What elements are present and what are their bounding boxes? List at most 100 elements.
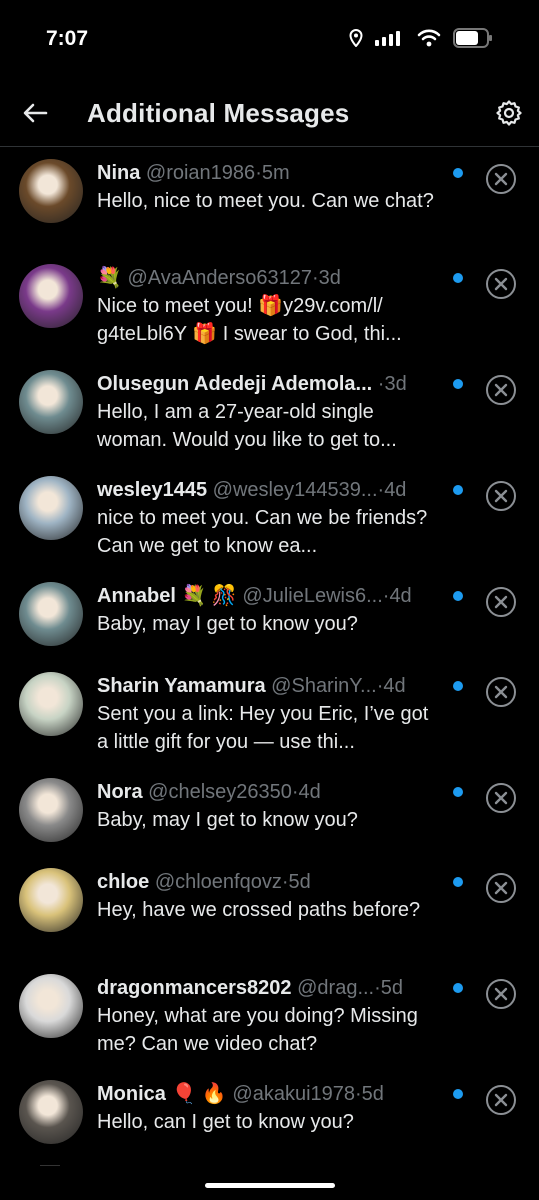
conversation-row[interactable]: wesley1445 @wesley144539...·4d nice to me… <box>0 464 539 570</box>
dismiss-button[interactable] <box>486 783 516 813</box>
timestamp: 5m <box>261 162 290 184</box>
dismiss-button[interactable] <box>486 269 516 299</box>
conversation-row[interactable]: 💐 @AvaAnderso63127·3d Nice to meet you! 🎁… <box>0 252 539 358</box>
close-icon <box>494 791 508 805</box>
conversation-header: 💐 @AvaAnderso63127·3d <box>97 265 444 291</box>
sender-handle: @akakui1978 <box>232 1083 355 1105</box>
gear-icon[interactable] <box>495 99 523 127</box>
sender-name: 💐 <box>97 267 122 289</box>
avatar[interactable] <box>19 1080 83 1144</box>
sender-name: Olusegun Adedeji Ademola... <box>97 373 373 395</box>
timestamp: 3d <box>318 267 341 289</box>
dismiss-button[interactable] <box>486 375 516 405</box>
message-text: Sent you a link: Hey you Eric, I’ve got … <box>97 703 429 753</box>
message-preview: Hey, have we crossed paths before? <box>97 896 444 924</box>
avatar[interactable] <box>19 582 83 646</box>
sender-name: Monica 🎈 🔥 <box>97 1083 227 1105</box>
conversation-header: Sharin Yamamura @SharinY...·4d <box>97 673 444 699</box>
top-app-bar: Additional Messages <box>0 80 539 147</box>
dismiss-button[interactable] <box>486 481 516 511</box>
conversation-row[interactable]: Annabel 💐 🎊 @JulieLewis6...·4d Baby, may … <box>0 570 539 660</box>
message-preview: Sent you a link: Hey you Eric, I’ve got … <box>97 700 444 756</box>
avatar[interactable] <box>19 264 83 328</box>
message-preview: Hello, I am a 27-year-old single woman. … <box>97 398 444 454</box>
conversation-row[interactable]: Olusegun Adedeji Ademola... ·3d Hello, I … <box>0 358 539 464</box>
conversation-row[interactable]: Nina @roian1986·5m Hello, nice to meet yo… <box>0 147 539 252</box>
timestamp: 4d <box>298 781 321 803</box>
close-icon <box>494 172 508 186</box>
wifi-icon <box>417 29 441 47</box>
dismiss-button[interactable] <box>486 979 516 1009</box>
sender-name: chloe <box>97 871 150 893</box>
dismiss-button[interactable] <box>486 677 516 707</box>
sender-handle: @chelsey26350 <box>148 781 292 803</box>
message-text: Hello, I am a 27-year-old single woman. … <box>97 401 397 451</box>
sender-handle: @wesley144539... <box>212 479 378 501</box>
avatar[interactable] <box>19 974 83 1038</box>
unread-dot <box>453 1089 463 1099</box>
avatar[interactable] <box>19 370 83 434</box>
avatar[interactable] <box>19 159 83 223</box>
close-icon <box>494 383 508 397</box>
message-preview: Hello, can I get to know you? <box>97 1108 444 1136</box>
message-text: Nice to meet you! 🎁y29v.com/l/ g4teLbl6Y… <box>97 295 402 345</box>
conversation-row[interactable]: dragonmancers8202 @drag...·5d Honey, what… <box>0 962 539 1068</box>
sender-name: Sharin Yamamura <box>97 675 266 697</box>
sender-name: Nora <box>97 781 143 803</box>
sender-handle: @chloenfqovz <box>154 871 282 893</box>
avatar[interactable] <box>19 672 83 736</box>
message-text: nice to meet you. Can we be friends? Can… <box>97 507 428 557</box>
unread-dot <box>453 681 463 691</box>
close-icon <box>494 881 508 895</box>
close-icon <box>494 277 508 291</box>
timestamp: 3d <box>384 373 407 395</box>
conversation-header: dragonmancers8202 @drag...·5d <box>97 975 444 1001</box>
dismiss-button[interactable] <box>486 1085 516 1115</box>
dismiss-button[interactable] <box>486 164 516 194</box>
unread-dot <box>453 787 463 797</box>
avatar[interactable] <box>19 778 83 842</box>
avatar[interactable] <box>19 476 83 540</box>
dismiss-button[interactable] <box>486 587 516 617</box>
sender-handle: @drag... <box>297 977 375 999</box>
message-text: Honey, what are you doing? Missing me? C… <box>97 1005 418 1055</box>
conversation-header: Olusegun Adedeji Ademola... ·3d <box>97 371 444 397</box>
timestamp: 4d <box>384 479 407 501</box>
home-indicator[interactable] <box>205 1183 335 1188</box>
message-text: Hey, have we crossed paths before? <box>97 899 421 921</box>
sender-handle: @AvaAnderso63127 <box>127 267 312 289</box>
unread-dot <box>453 591 463 601</box>
status-icons <box>349 28 493 48</box>
conversation-header: Annabel 💐 🎊 @JulieLewis6...·4d <box>97 583 444 609</box>
separator-dot: · <box>291 781 299 803</box>
unread-dot <box>453 877 463 887</box>
conversation-row[interactable]: Sharin Yamamura @SharinY...·4d Sent you a… <box>0 660 539 766</box>
sender-name: wesley1445 <box>97 479 208 501</box>
message-preview: nice to meet you. Can we be friends? Can… <box>97 504 444 560</box>
sender-name: Nina <box>97 162 141 184</box>
separator-dot: · <box>311 267 319 289</box>
conversation-row[interactable]: chloe @chloenfqovz·5d Hey, have we crosse… <box>0 856 539 962</box>
dismiss-button[interactable] <box>486 873 516 903</box>
page-title: Additional Messages <box>87 98 350 128</box>
message-text: Hello, can I get to know you? <box>97 1111 354 1133</box>
separator-dot: · <box>374 977 381 999</box>
avatar[interactable] <box>19 868 83 932</box>
unread-dot <box>453 485 463 495</box>
message-preview: Hello, nice to meet you. Can we chat? <box>97 187 444 215</box>
conversation-header: chloe @chloenfqovz·5d <box>97 869 444 895</box>
arrow-left-icon[interactable] <box>20 98 50 128</box>
conversation-row[interactable]: Nora @chelsey26350·4d Baby, may I get to … <box>0 766 539 856</box>
location-icon <box>349 29 363 47</box>
separator-dot: · <box>255 162 262 184</box>
close-icon <box>494 489 508 503</box>
separator-dot: · <box>355 1083 362 1105</box>
timestamp: 5d <box>361 1083 384 1105</box>
sender-name: dragonmancers8202 <box>97 977 292 999</box>
signal-icon <box>375 31 400 46</box>
sender-handle: @SharinY... <box>271 675 377 697</box>
conversation-row[interactable]: Monica 🎈 🔥 @akakui1978·5d Hello, can I ge… <box>0 1068 539 1168</box>
close-icon <box>494 987 508 1001</box>
timestamp: 4d <box>383 675 406 697</box>
conversation-header: wesley1445 @wesley144539...·4d <box>97 477 444 503</box>
